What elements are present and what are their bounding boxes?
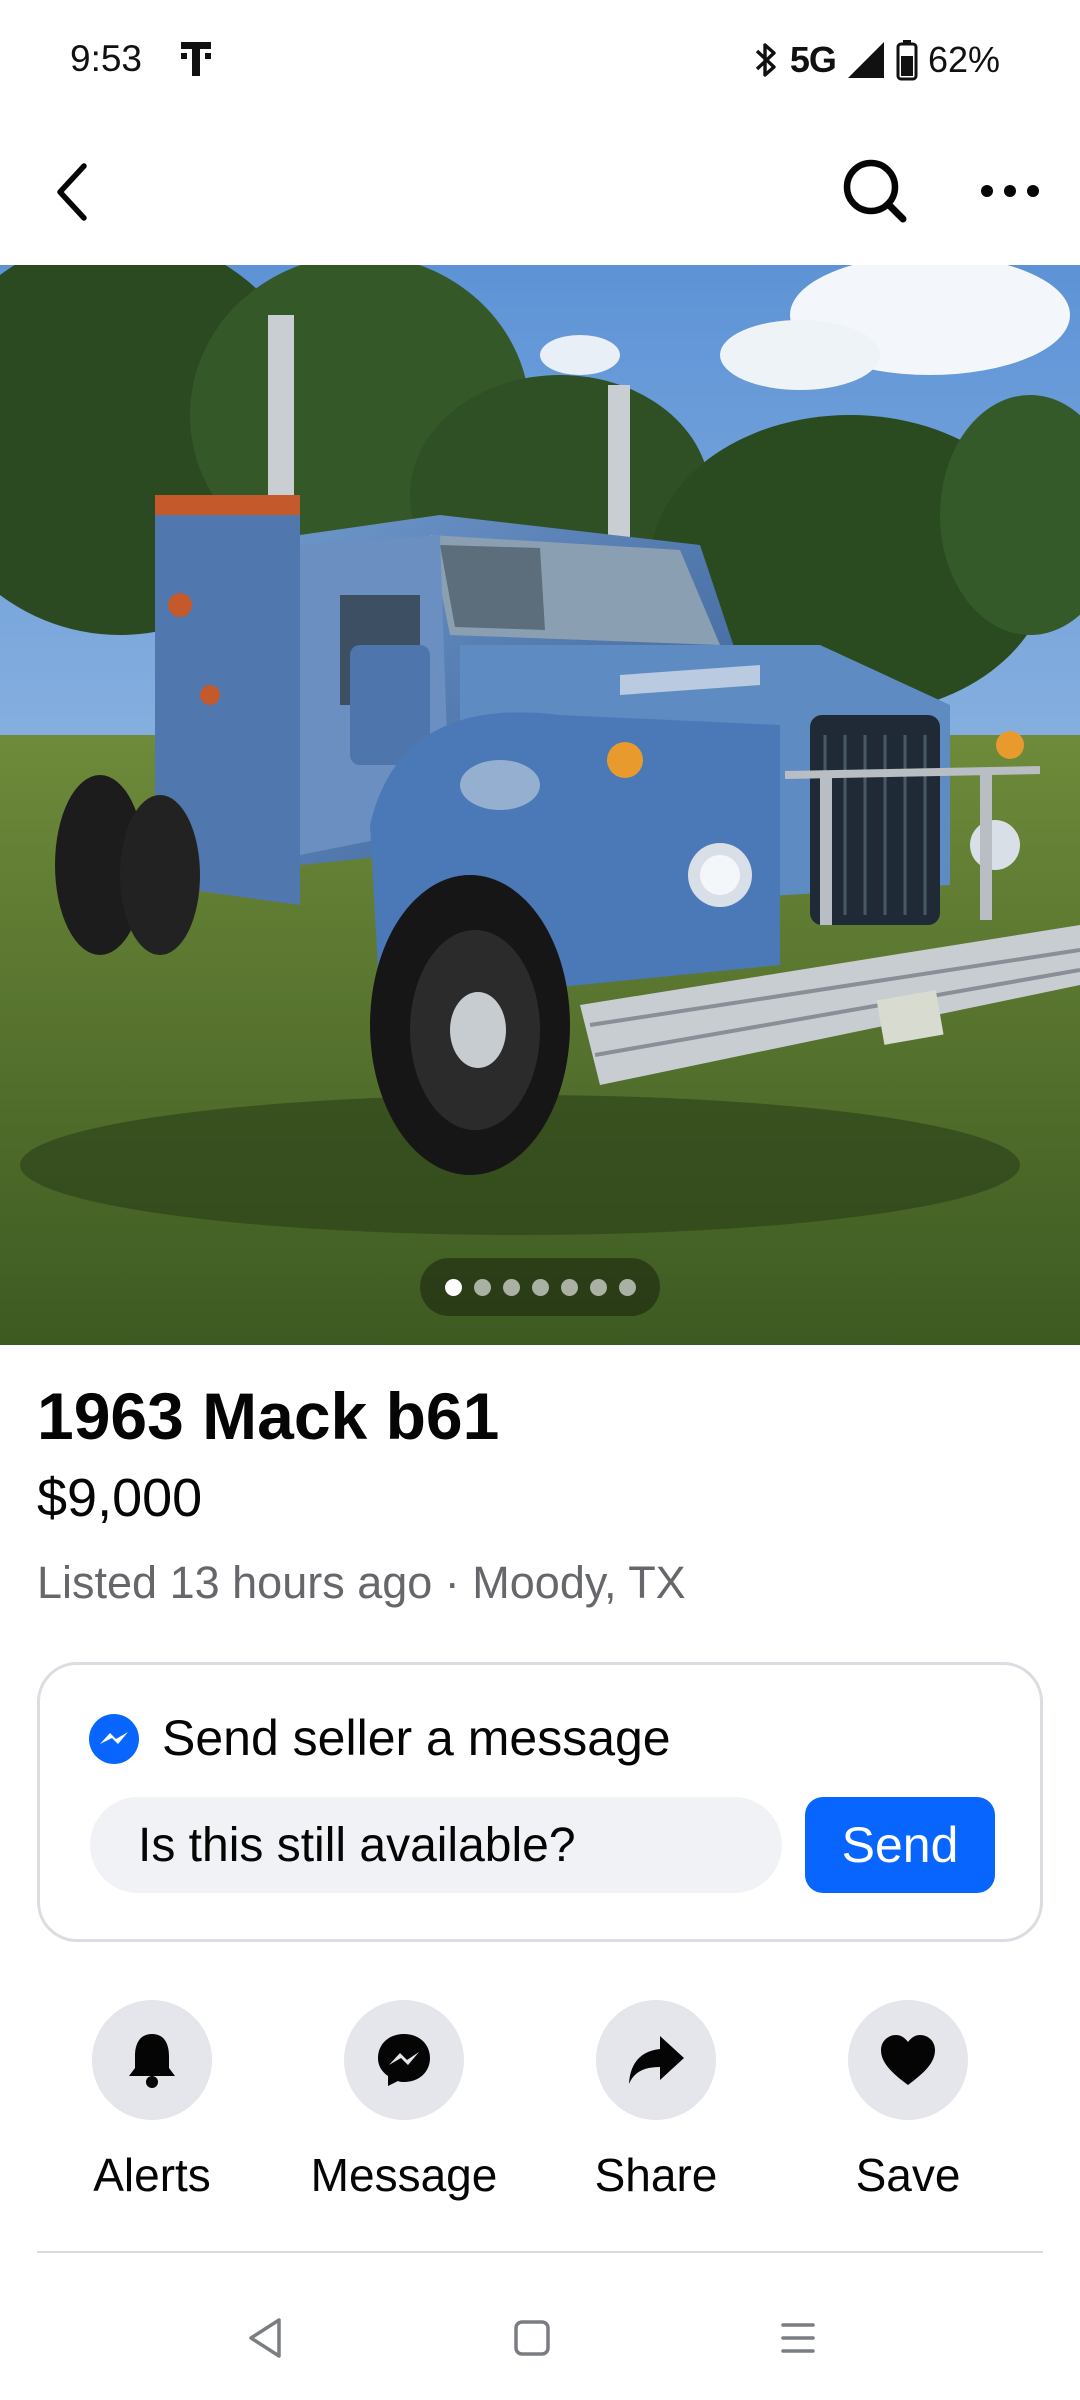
- share-button[interactable]: Share: [541, 2000, 771, 2210]
- share-label: Share: [594, 2149, 718, 2201]
- carousel-dot: [618, 1278, 636, 1296]
- send-button[interactable]: Send: [805, 1797, 995, 1893]
- save-button[interactable]: Save: [793, 2000, 1023, 2210]
- top-navigation: [0, 120, 1080, 265]
- divider: [37, 2251, 1043, 2253]
- alerts-label: Alerts: [93, 2149, 211, 2201]
- action-row: Alerts Message Share Save: [37, 2000, 1043, 2210]
- bluetooth-icon: [755, 43, 776, 77]
- carousel-dot: [531, 1278, 549, 1296]
- alerts-button[interactable]: Alerts: [37, 2000, 267, 2210]
- bell-icon: [129, 2034, 175, 2088]
- battery-icon: [896, 40, 918, 81]
- listing-photo[interactable]: [0, 265, 1080, 1345]
- message-input[interactable]: [90, 1797, 782, 1893]
- messenger-icon: [89, 1714, 139, 1764]
- carousel-dot: [473, 1278, 491, 1296]
- battery-percent: 62%: [927, 39, 1000, 80]
- menu-lines-icon: [781, 2323, 815, 2353]
- save-circle: [848, 2000, 968, 2120]
- more-horizontal-icon: [981, 185, 1039, 197]
- system-home-button[interactable]: [502, 2308, 562, 2368]
- message-button[interactable]: Message: [289, 2000, 519, 2210]
- message-circle: [344, 2000, 464, 2120]
- search-icon: [843, 159, 907, 223]
- message-label: Message: [310, 2149, 498, 2201]
- carousel-indicator: [420, 1258, 660, 1316]
- search-button[interactable]: [835, 146, 915, 236]
- listing-price: $9,000: [37, 1468, 203, 1528]
- carousel-dot: [444, 1278, 462, 1296]
- listing-title: 1963 Mack b61: [37, 1379, 500, 1453]
- messenger-icon: [378, 2034, 430, 2086]
- share-arrow-icon: [629, 2036, 684, 2084]
- system-navigation-bar: [0, 2270, 1080, 2400]
- status-indicators: 5G 62%: [752, 38, 1000, 82]
- alerts-circle: [92, 2000, 212, 2120]
- square-home-icon: [514, 2320, 550, 2356]
- share-circle: [596, 2000, 716, 2120]
- status-bar: 9:53 5G 62%: [0, 0, 1080, 120]
- truck-photo: [0, 265, 1080, 1345]
- status-time: 9:53: [70, 38, 143, 79]
- heart-icon: [881, 2035, 935, 2085]
- listing-meta: Listed 13 hours ago · Moody, TX: [37, 1557, 686, 1608]
- chevron-left-icon: [57, 163, 87, 221]
- t-mobile-icon: [181, 42, 211, 76]
- send-message-card: Send seller a message Send: [37, 1662, 1043, 1942]
- triangle-back-icon: [249, 2318, 281, 2358]
- system-back-button[interactable]: [235, 2308, 295, 2368]
- network-type: 5G: [789, 39, 837, 80]
- carousel-dot: [560, 1278, 578, 1296]
- carousel-dot: [589, 1278, 607, 1296]
- carousel-dot: [502, 1278, 520, 1296]
- signal-icon: [847, 42, 884, 78]
- save-label: Save: [855, 2149, 961, 2201]
- back-button[interactable]: [40, 148, 104, 236]
- card-heading: Send seller a message: [162, 1710, 671, 1766]
- more-options-button[interactable]: [970, 146, 1050, 236]
- system-recents-button[interactable]: [768, 2308, 828, 2368]
